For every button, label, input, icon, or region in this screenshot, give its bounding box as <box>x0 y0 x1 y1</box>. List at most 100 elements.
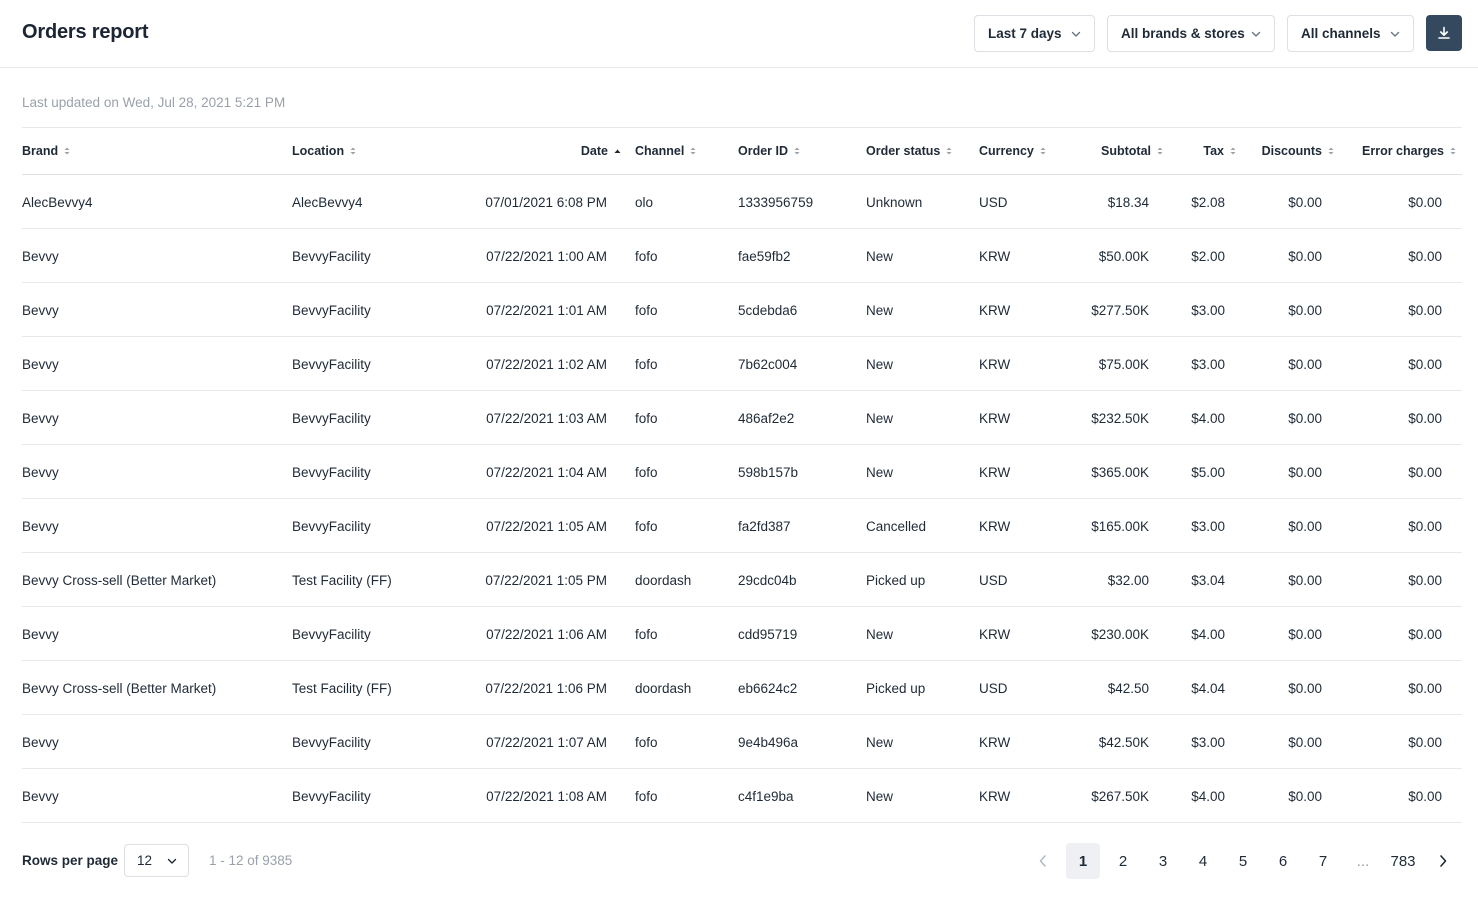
orders-table: Brand Location Date Channel Order ID Order st… <box>22 127 1462 823</box>
channels-dropdown[interactable]: All channels <box>1287 15 1414 52</box>
cell-currency: USD <box>979 681 1008 696</box>
cell-location: BevvyFacility <box>292 357 371 372</box>
cell-channel: fofo <box>635 303 658 318</box>
page-button-783[interactable]: 783 <box>1386 843 1420 879</box>
page-button-4[interactable]: 4 <box>1186 843 1220 879</box>
column-header-error-charges[interactable]: Error charges <box>1362 144 1457 158</box>
previous-page-button[interactable] <box>1026 843 1060 879</box>
cell-brand: Bevvy Cross-sell (Better Market) <box>22 573 217 588</box>
column-header-brand[interactable]: Brand <box>22 144 71 158</box>
cell-order-id: 5cdebda6 <box>738 303 798 318</box>
table-header: Brand Location Date Channel Order ID Order st… <box>22 128 1462 175</box>
cell-discounts: $0.00 <box>1288 627 1322 642</box>
cell-date: 07/22/2021 1:01 AM <box>486 303 607 318</box>
table-row[interactable]: AlecBevvy4 AlecBevvy4 07/01/2021 6:08 PM ol… <box>22 175 1462 229</box>
cell-order-id: 9e4b496a <box>738 735 799 750</box>
cell-order-status: Cancelled <box>866 519 927 534</box>
cell-brand: Bevvy <box>22 465 59 480</box>
cell-brand: Bevvy <box>22 519 59 534</box>
sort-icon <box>1039 146 1047 156</box>
table-row[interactable]: Bevvy Cross-sell (Better Market) Test Fac… <box>22 553 1462 607</box>
sort-icon <box>1229 146 1237 156</box>
column-header-label: Location <box>292 144 345 158</box>
date-range-dropdown[interactable]: Last 7 days <box>974 15 1095 52</box>
cell-tax: $5.00 <box>1191 465 1225 480</box>
page-button-6[interactable]: 6 <box>1266 843 1300 879</box>
cell-brand: Bevvy Cross-sell (Better Market) <box>22 681 217 696</box>
cell-discounts: $0.00 <box>1288 249 1322 264</box>
column-header-location[interactable]: Location <box>292 144 357 158</box>
column-header-subtotal[interactable]: Subtotal <box>1101 144 1164 158</box>
column-header-order-id[interactable]: Order ID <box>738 144 801 158</box>
channels-label: All channels <box>1301 26 1381 41</box>
cell-order-id: fae59fb2 <box>738 249 791 264</box>
table-row[interactable]: Bevvy BevvyFacility 07/22/2021 1:08 AM fofo… <box>22 769 1462 823</box>
cell-location: BevvyFacility <box>292 519 371 534</box>
column-header-label: Brand <box>22 144 59 158</box>
cell-channel: fofo <box>635 735 658 750</box>
cell-tax: $3.00 <box>1191 735 1225 750</box>
cell-brand: Bevvy <box>22 357 59 372</box>
page-button-1[interactable]: 1 <box>1066 843 1100 879</box>
cell-discounts: $0.00 <box>1288 465 1322 480</box>
cell-error-charges: $0.00 <box>1408 411 1442 426</box>
cell-channel: fofo <box>635 465 658 480</box>
page-button-2[interactable]: 2 <box>1106 843 1140 879</box>
cell-tax: $4.00 <box>1191 627 1225 642</box>
table-row[interactable]: Bevvy Cross-sell (Better Market) Test Fac… <box>22 661 1462 715</box>
page-title: Orders report <box>22 21 149 43</box>
cell-order-id: 29cdc04b <box>738 573 797 588</box>
column-header-currency[interactable]: Currency <box>979 144 1047 158</box>
cell-error-charges: $0.00 <box>1408 195 1442 210</box>
sort-icon <box>1449 146 1457 156</box>
cell-channel: fofo <box>635 357 658 372</box>
cell-order-id: 486af2e2 <box>738 411 795 426</box>
column-header-tax[interactable]: Tax <box>1203 144 1237 158</box>
cell-subtotal: $18.34 <box>1107 195 1149 210</box>
brands-stores-dropdown[interactable]: All brands & stores <box>1107 15 1275 52</box>
table-row[interactable]: Bevvy BevvyFacility 07/22/2021 1:01 AM fofo… <box>22 283 1462 337</box>
cell-channel: fofo <box>635 411 658 426</box>
column-header-channel[interactable]: Channel <box>635 144 697 158</box>
download-icon <box>1438 26 1450 39</box>
table-row[interactable]: Bevvy BevvyFacility 07/22/2021 1:00 AM fofo… <box>22 229 1462 283</box>
column-header-discounts[interactable]: Discounts <box>1262 144 1335 158</box>
cell-error-charges: $0.00 <box>1408 357 1442 372</box>
cell-subtotal: $75.00K <box>1098 357 1149 372</box>
page-button-3[interactable]: 3 <box>1146 843 1180 879</box>
sort-icon <box>689 146 697 156</box>
column-header-label: Tax <box>1203 144 1224 158</box>
table-row[interactable]: Bevvy BevvyFacility 07/22/2021 1:02 AM fofo… <box>22 337 1462 391</box>
table-row[interactable]: Bevvy BevvyFacility 07/22/2021 1:04 AM fofo… <box>22 445 1462 499</box>
sort-icon <box>349 146 357 156</box>
column-header-label: Currency <box>979 144 1034 158</box>
cell-error-charges: $0.00 <box>1408 519 1442 534</box>
table-row[interactable]: Bevvy BevvyFacility 07/22/2021 1:03 AM fofo… <box>22 391 1462 445</box>
cell-order-status: New <box>866 249 894 264</box>
cell-brand: AlecBevvy4 <box>22 195 93 210</box>
next-page-button[interactable] <box>1426 843 1460 879</box>
sort-icon <box>945 146 953 156</box>
cell-tax: $2.00 <box>1191 249 1225 264</box>
page-button-7[interactable]: 7 <box>1306 843 1340 879</box>
cell-discounts: $0.00 <box>1288 735 1322 750</box>
cell-date: 07/22/2021 1:05 AM <box>486 519 607 534</box>
cell-error-charges: $0.00 <box>1408 735 1442 750</box>
cell-brand: Bevvy <box>22 627 59 642</box>
column-header-order-status[interactable]: Order status <box>866 144 953 158</box>
cell-order-id: 598b157b <box>738 465 799 480</box>
cell-location: Test Facility (FF) <box>292 573 392 588</box>
download-button[interactable] <box>1426 15 1462 51</box>
cell-date: 07/22/2021 1:05 PM <box>485 573 607 588</box>
table-row[interactable]: Bevvy BevvyFacility 07/22/2021 1:06 AM fofo… <box>22 607 1462 661</box>
table-row[interactable]: Bevvy BevvyFacility 07/22/2021 1:05 AM fofo… <box>22 499 1462 553</box>
cell-subtotal: $42.50 <box>1107 681 1149 696</box>
column-header-date[interactable]: Date <box>581 144 622 158</box>
table-row[interactable]: Bevvy BevvyFacility 07/22/2021 1:07 AM fofo… <box>22 715 1462 769</box>
cell-channel: fofo <box>635 789 658 804</box>
page-button-5[interactable]: 5 <box>1226 843 1260 879</box>
cell-date: 07/01/2021 6:08 PM <box>485 195 607 210</box>
rows-per-page-select[interactable]: 12 <box>124 844 189 877</box>
cell-discounts: $0.00 <box>1288 789 1322 804</box>
cell-discounts: $0.00 <box>1288 681 1322 696</box>
